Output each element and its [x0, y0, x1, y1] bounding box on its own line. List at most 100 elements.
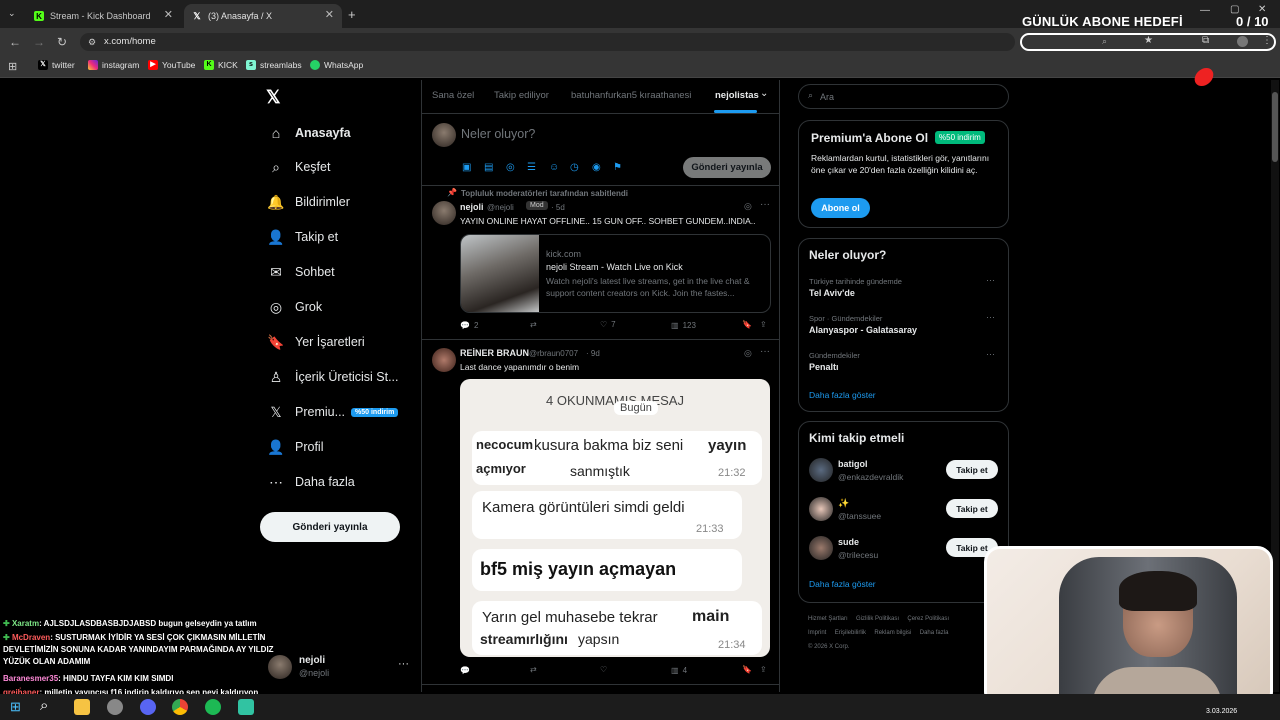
location-icon[interactable]: ◉ [592, 162, 601, 173]
bookmark-button[interactable]: 🔖 [742, 320, 752, 329]
like-button[interactable]: ♡ 7 [600, 320, 616, 329]
share-icon[interactable]: ⇪ [760, 665, 767, 674]
emoji-icon[interactable]: ☺ [549, 162, 559, 173]
views-button[interactable]: ▥ 123 [671, 321, 696, 330]
grok-post-icon[interactable]: ◎ [744, 201, 752, 212]
post-author-name[interactable]: nejoli [460, 202, 484, 212]
nav-item-home[interactable]: ⌂ Anasayfa [268, 125, 351, 141]
forward-icon[interactable]: → [33, 35, 45, 49]
schedule-icon[interactable]: ◷ [570, 162, 579, 173]
search-box[interactable]: ⌕ Ara [798, 84, 1009, 109]
tab-nejolistas[interactable]: nejolistas [715, 90, 759, 101]
like-button[interactable]: ♡ [600, 665, 607, 674]
app-icon[interactable] [107, 699, 123, 715]
gif-icon[interactable]: ▤ [484, 162, 493, 173]
profile-icon[interactable] [1237, 36, 1248, 47]
post-more-icon[interactable]: ··· [760, 346, 770, 357]
nav-item-x[interactable]: 𝕏 Premiu... %50 indirim [268, 404, 399, 420]
user-name[interactable]: ✨ [838, 498, 849, 509]
repost-button[interactable]: ⇄ [530, 665, 537, 674]
bookmark-button[interactable]: 🔖 [742, 665, 752, 674]
post-avatar[interactable] [432, 348, 456, 372]
composer-input[interactable]: Neler oluyor? [461, 127, 535, 141]
scrollbar-thumb[interactable] [1272, 92, 1278, 162]
grok-post-icon[interactable]: ◎ [744, 348, 752, 359]
nav-item-search[interactable]: ⌕ Keşfet [268, 159, 330, 175]
trend-name[interactable]: Penaltı [809, 362, 839, 372]
trend-name[interactable]: Tel Aviv'de [809, 288, 855, 298]
grok-icon[interactable]: ◎ [506, 162, 515, 173]
nav-item-bell[interactable]: 🔔 Bildirimler [267, 194, 350, 210]
bookmark-youtube[interactable]: ▶ YouTube [148, 60, 195, 70]
tab-search-icon[interactable]: ⌄ [8, 8, 16, 19]
footer-link[interactable]: Çerez Politikası [907, 616, 949, 622]
share-icon[interactable]: ⇪ [760, 320, 767, 329]
post-author-handle[interactable]: @rbraun0707 [529, 349, 578, 358]
user-avatar[interactable] [809, 536, 833, 560]
taskbar-search-icon[interactable]: ⌕ [40, 697, 48, 714]
close-tab-icon[interactable]: ✕ [164, 8, 173, 21]
nav-item-bookmark[interactable]: 🔖 Yer İşaretleri [267, 334, 364, 350]
trend-name[interactable]: Alanyaspor - Galatasaray [809, 325, 917, 335]
composer-post-button[interactable]: Gönderi yayınla [683, 157, 771, 178]
nav-item-creator[interactable]: ♙ İçerik Üreticisi St... [268, 369, 399, 385]
follow-button[interactable]: Takip et [946, 460, 998, 479]
user-name[interactable]: batigol [838, 459, 868, 469]
post-image[interactable]: 4 OKUNMAMIŞ MESAJ Bugün necocum kusura b… [460, 379, 770, 657]
streamlabs-icon[interactable] [238, 699, 254, 715]
footer-link[interactable]: Gizlilik Politikası [856, 616, 899, 622]
footer-link[interactable]: Daha fazla [920, 630, 949, 636]
user-name[interactable]: sude [838, 537, 859, 547]
file-explorer-icon[interactable] [74, 699, 90, 715]
tab-following[interactable]: Takip ediliyor [494, 90, 549, 101]
bookmark-kick[interactable]: K KICK [204, 60, 238, 70]
nav-item-user[interactable]: 👤 Profil [267, 439, 323, 455]
zoom-icon[interactable]: ⌕ [1102, 36, 1107, 47]
show-more-follow[interactable]: Daha fazla göster [809, 579, 876, 589]
minimize-icon[interactable]: — [1200, 5, 1210, 16]
subscribe-button[interactable]: Abone ol [811, 198, 870, 218]
post-avatar[interactable] [432, 201, 456, 225]
nav-item-grok[interactable]: ◎ Grok [268, 299, 322, 315]
footer-link[interactable]: Reklam bilgisi [874, 630, 911, 636]
image-icon[interactable]: ▣ [462, 162, 471, 173]
footer-link[interactable]: Hizmet Şartları [808, 616, 848, 622]
back-icon[interactable]: ← [9, 35, 21, 49]
nav-item-add-user[interactable]: 👤 Takip et [267, 229, 338, 245]
post-author-handle[interactable]: @nejoli [487, 203, 514, 212]
link-card[interactable]: kick.com nejoli Stream - Watch Live on K… [460, 234, 771, 313]
footer-link[interactable]: Imprint [808, 630, 826, 636]
discord-icon[interactable] [140, 699, 156, 715]
show-more-trends[interactable]: Daha fazla göster [809, 390, 876, 400]
trend-more-icon[interactable]: ··· [986, 275, 995, 285]
flag-icon[interactable]: ⚑ [613, 162, 622, 173]
follow-button[interactable]: Takip et [946, 499, 998, 518]
windows-start-icon[interactable]: ⊞ [10, 699, 21, 715]
nav-item-more-circle[interactable]: ⋯ Daha fazla [268, 474, 355, 490]
spotify-icon[interactable] [205, 699, 221, 715]
address-bar[interactable]: ⚙ x.com/home [80, 33, 1015, 51]
tab-kick-dashboard[interactable]: K Stream - Kick Dashboard ✕ [26, 4, 181, 28]
star-icon[interactable]: ★ [1144, 35, 1153, 46]
post-author-name[interactable]: REİNER BRAUN [460, 348, 529, 358]
bookmark-streamlabs[interactable]: s streamlabs [246, 60, 302, 70]
account-more-icon[interactable]: ··· [398, 658, 409, 670]
x-logo-icon[interactable]: 𝕏 [266, 87, 281, 108]
menu-dots-icon[interactable]: ⋮ [1262, 35, 1272, 46]
chevron-down-icon[interactable]: ⌄ [760, 88, 768, 99]
post-more-icon[interactable]: ··· [760, 199, 770, 210]
site-info-icon[interactable]: ⚙ [88, 33, 96, 51]
tab-community-kiraathanesi[interactable]: batuhanfurkan5 kıraathanesi [571, 90, 691, 101]
repost-button[interactable]: ⇄ [530, 320, 537, 329]
trend-more-icon[interactable]: ··· [986, 349, 995, 359]
bookmark-instagram[interactable]: instagram [88, 60, 139, 70]
user-avatar[interactable] [809, 497, 833, 521]
chrome-icon[interactable] [172, 699, 188, 715]
nav-item-mail[interactable]: ✉ Sohbet [268, 264, 335, 280]
bookmark-twitter[interactable]: 𝕏twitter [38, 60, 75, 70]
trend-more-icon[interactable]: ··· [986, 312, 995, 322]
tab-x-home[interactable]: 𝕏 (3) Anasayfa / X ✕ [184, 4, 342, 28]
views-button[interactable]: ▥ 4 [671, 666, 687, 675]
new-tab-icon[interactable]: + [348, 7, 356, 22]
extensions-icon[interactable]: ⧉ [1202, 35, 1209, 46]
